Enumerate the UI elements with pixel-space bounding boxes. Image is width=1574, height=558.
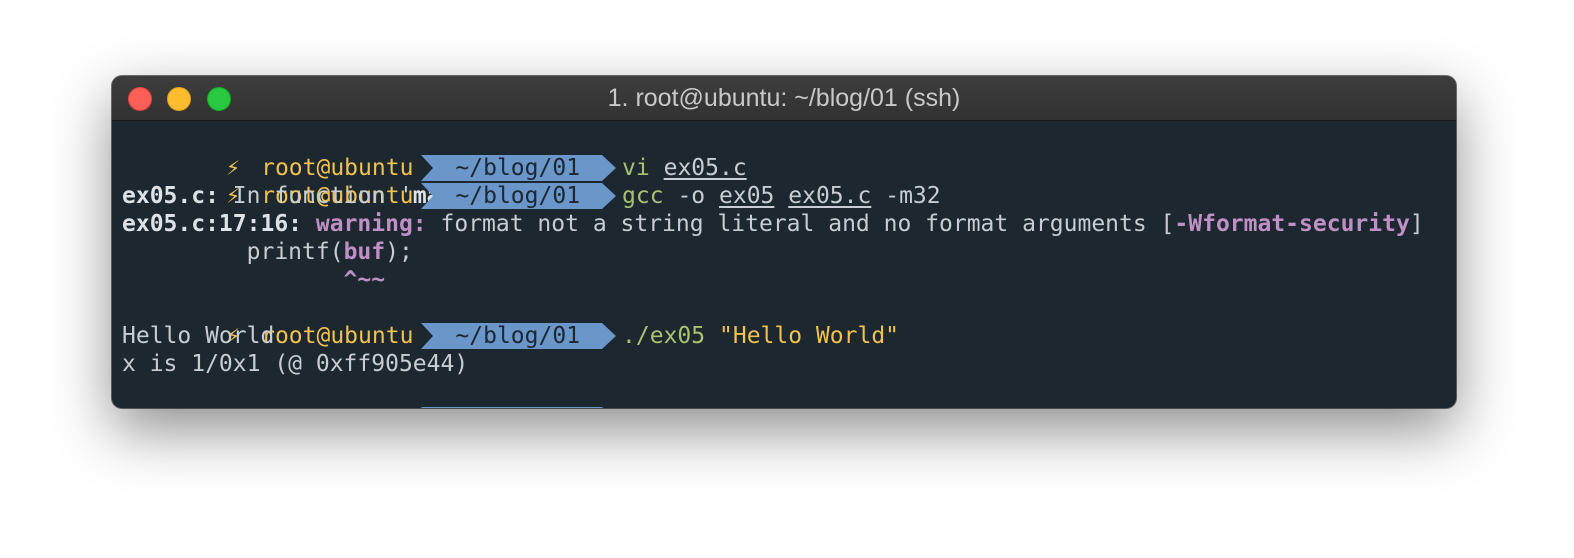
command-arg: ex05.c (663, 155, 747, 181)
command-string-arg: "Hello World" (719, 323, 900, 349)
prompt-user: root@ubuntu (261, 155, 414, 181)
prompt-dir: ~/blog/01 (427, 407, 608, 408)
warning-location: ex05.c:17:16: (122, 211, 303, 237)
window-title: 1. root@ubuntu: ~/blog/01 (ssh) (607, 84, 961, 112)
prompt-line: ⚡ root@ubuntu ~/blog/01 ./ex05 "Hello World… (122, 294, 1446, 349)
warning-message: format not a string literal and no forma… (426, 211, 1175, 237)
prompt-line: ⚡ root@ubuntu ~/blog/01 vi ex05.c (122, 126, 1446, 181)
output-line: x is 1/0x1 (@ 0xff905e44) (122, 351, 469, 377)
caret-marker: ^~~ (122, 267, 386, 293)
source-code: printf( (122, 239, 344, 265)
prompt-dir-segment: ~/blog/01 (421, 183, 617, 209)
command: ./ex05 (622, 323, 706, 349)
output-text: ] (1409, 211, 1424, 237)
output-line: ^~~ (122, 266, 1446, 294)
prompt-dir-segment: ~/blog/01 (421, 407, 608, 408)
warning-flag: -Wformat-security (1174, 211, 1410, 237)
title-bar[interactable]: 1. root@ubuntu: ~/blog/01 (ssh) (112, 76, 1456, 121)
source-variable: buf (343, 239, 386, 265)
output-line: ex05.c:17:16: warning: format not a stri… (122, 210, 1446, 238)
terminal-window: 1. root@ubuntu: ~/blog/01 (ssh) ⚡ root@ub… (112, 76, 1456, 408)
lightning-bolt-icon: ⚡ (226, 155, 241, 181)
command-option: -m32 (885, 183, 941, 209)
prompt-line: ⚡root@ubuntu ~/blog/01 (122, 378, 1446, 408)
prompt-dir: ~/blog/01 (455, 323, 581, 349)
terminal-output[interactable]: ⚡ root@ubuntu ~/blog/01 vi ex05.c ⚡ root@ubu… (122, 126, 1446, 408)
output-line: printf(buf); (122, 238, 1446, 266)
output-text: In function ' (218, 183, 413, 209)
file-name: ex05.c: (122, 183, 219, 209)
prompt-dir: ~/blog/01 (455, 183, 581, 209)
prompt-user: root@ubuntu (261, 407, 413, 408)
lightning-bolt-icon: ⚡ (205, 406, 261, 408)
command-arg: ex05 (719, 183, 775, 209)
prompt-user: root@ubuntu (261, 323, 414, 349)
warning-label: warning: (315, 211, 427, 237)
prompt-dir: ~/blog/01 (455, 155, 581, 181)
command: gcc (622, 183, 664, 209)
source-code: ); (385, 239, 413, 265)
command: vi (622, 155, 650, 181)
prompt-dir-segment: ~/blog/01 (421, 323, 617, 349)
command-option: -o (677, 183, 706, 209)
prompt-dir-segment: ~/blog/01 (421, 155, 617, 181)
command-arg: ex05.c (788, 183, 872, 209)
